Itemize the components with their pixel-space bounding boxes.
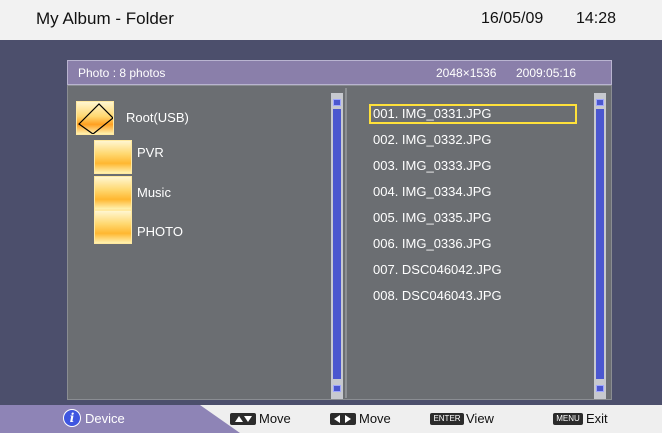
tree-item-label: PVR xyxy=(137,145,164,160)
file-row-selected[interactable]: 001. IMG_0331.JPG xyxy=(369,104,577,124)
file-name: 007. DSC046042.JPG xyxy=(373,262,502,277)
bottom-bar: i Device Move Move ENTER View MENU Exit xyxy=(0,405,662,433)
exit-hint: Exit xyxy=(586,411,608,426)
scroll-up-cap[interactable] xyxy=(596,99,604,106)
file-name: 003. IMG_0333.JPG xyxy=(373,158,492,173)
move-vertical-hint: Move xyxy=(259,411,291,426)
file-row[interactable]: 002. IMG_0332.JPG xyxy=(369,130,577,150)
file-name: 001. IMG_0331.JPG xyxy=(373,106,492,121)
scroll-up-cap[interactable] xyxy=(333,99,341,106)
left-right-arrows-icon xyxy=(330,413,356,425)
file-scroll-thumb[interactable] xyxy=(596,109,604,379)
move-horizontal-hint: Move xyxy=(359,411,391,426)
folder-scrollbar[interactable] xyxy=(331,93,343,399)
info-icon: i xyxy=(63,409,81,427)
file-row[interactable]: 006. IMG_0336.JPG xyxy=(369,234,577,254)
top-bar: My Album - Folder 16/05/09 14:28 xyxy=(0,0,662,40)
tree-item-label: Root(USB) xyxy=(126,110,189,125)
file-name: 005. IMG_0335.JPG xyxy=(373,210,492,225)
current-date: 16/05/09 xyxy=(481,10,544,27)
up-down-arrows-icon xyxy=(230,413,256,425)
scroll-down-cap[interactable] xyxy=(333,385,341,392)
device-label: Device xyxy=(85,411,125,426)
file-row[interactable]: 005. IMG_0335.JPG xyxy=(369,208,577,228)
app-title: My Album - Folder xyxy=(36,9,174,28)
panel-divider xyxy=(345,88,347,398)
open-folder-flap-icon xyxy=(78,103,113,134)
file-name: 006. IMG_0336.JPG xyxy=(373,236,492,251)
folder-icon xyxy=(94,210,132,244)
file-row[interactable]: 008. DSC046043.JPG xyxy=(369,286,577,306)
photo-info-bar: Photo : 8 photos 2048×1536 2009:05:16 xyxy=(67,60,612,85)
photo-date: 2009:05:16 xyxy=(516,66,577,80)
scroll-down-cap[interactable] xyxy=(596,385,604,392)
file-name: 004. IMG_0334.JPG xyxy=(373,184,492,199)
menu-key-icon: MENU xyxy=(553,413,583,425)
folder-icon xyxy=(94,140,132,174)
file-row[interactable]: 007. DSC046042.JPG xyxy=(369,260,577,280)
photo-resolution: 2048×1536 xyxy=(436,66,497,80)
photo-count: Photo : 8 photos xyxy=(78,66,166,80)
file-scrollbar[interactable] xyxy=(594,93,606,399)
file-row[interactable]: 004. IMG_0334.JPG xyxy=(369,182,577,202)
folder-icon xyxy=(94,176,132,210)
open-folder-icon xyxy=(76,101,114,135)
device-button[interactable]: i Device xyxy=(0,405,240,433)
file-name: 002. IMG_0332.JPG xyxy=(373,132,492,147)
file-row[interactable]: 003. IMG_0333.JPG xyxy=(369,156,577,176)
file-name: 008. DSC046043.JPG xyxy=(373,288,502,303)
enter-key-icon: ENTER xyxy=(430,413,464,425)
view-hint: View xyxy=(466,411,494,426)
tree-item-label: PHOTO xyxy=(137,224,183,239)
folder-scroll-thumb[interactable] xyxy=(333,109,341,379)
current-time: 14:28 xyxy=(576,10,617,27)
tree-item-label: Music xyxy=(137,185,171,200)
